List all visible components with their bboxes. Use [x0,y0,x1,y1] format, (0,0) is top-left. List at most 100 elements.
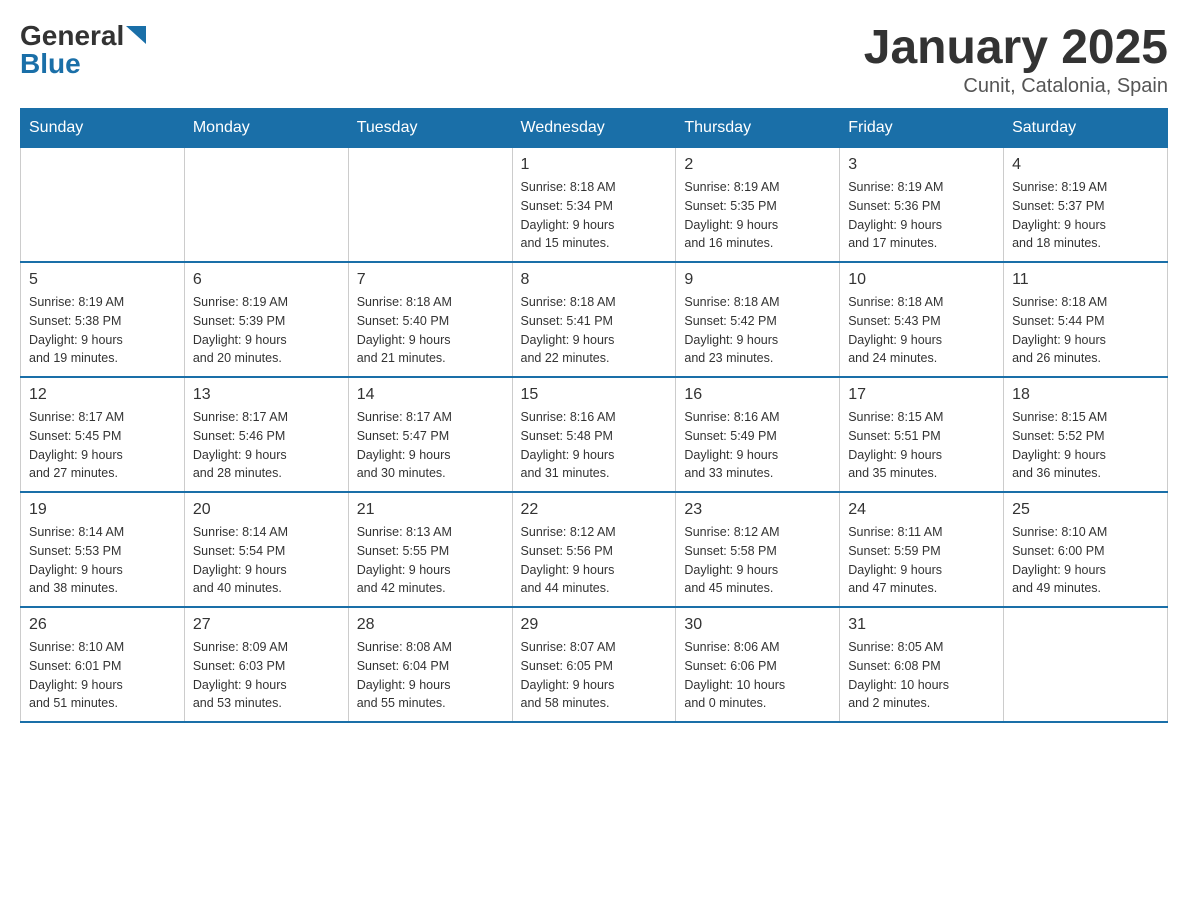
calendar-week-3: 12Sunrise: 8:17 AM Sunset: 5:45 PM Dayli… [21,377,1168,492]
day-number: 28 [357,616,504,634]
day-number: 29 [521,616,668,634]
calendar-cell: 8 Sunrise: 8:18 AM Sunset: 5:41 PM Daylig… [512,262,676,377]
day-number: 3 [848,156,995,174]
day-info: Sunrise: 8:08 AM Sunset: 6:04 PM Dayligh… [357,638,504,713]
day-info: Sunrise: 8:11 AM Sunset: 5:59 PM Dayligh… [848,523,995,598]
day-number: 13 [193,386,340,404]
calendar-cell [21,148,185,263]
day-info: Sunrise: 8:16 AM Sunset: 5:49 PM Dayligh… [684,408,831,483]
calendar-cell: 19 Sunrise: 8:14 AM Sunset: 5:53 PM Dayli… [21,492,185,607]
day-info: Sunrise: 8:18 AM Sunset: 5:44 PM Dayligh… [1012,293,1159,368]
day-number: 18 [1012,386,1159,404]
day-info: Sunrise: 8:15 AM Sunset: 5:51 PM Dayligh… [848,408,995,483]
day-number: 19 [29,501,176,519]
day-info: Sunrise: 8:15 AM Sunset: 5:52 PM Dayligh… [1012,408,1159,483]
calendar-cell [184,148,348,263]
day-info: Sunrise: 8:19 AM Sunset: 5:36 PM Dayligh… [848,178,995,253]
day-number: 31 [848,616,995,634]
header-thursday: Thursday [676,109,840,148]
calendar-cell: 16Sunrise: 8:16 AM Sunset: 5:49 PM Dayli… [676,377,840,492]
day-number: 10 [848,271,995,289]
calendar-cell [348,148,512,263]
calendar-cell: 25 Sunrise: 8:10 AM Sunset: 6:00 PM Dayli… [1004,492,1168,607]
day-number: 30 [684,616,831,634]
calendar-cell: 24 Sunrise: 8:11 AM Sunset: 5:59 PM Dayli… [840,492,1004,607]
calendar-cell: 7Sunrise: 8:18 AM Sunset: 5:40 PM Daylig… [348,262,512,377]
calendar-cell: 11Sunrise: 8:18 AM Sunset: 5:44 PM Dayli… [1004,262,1168,377]
calendar-cell: 10 Sunrise: 8:18 AM Sunset: 5:43 PM Dayli… [840,262,1004,377]
calendar-cell: 13 Sunrise: 8:17 AM Sunset: 5:46 PM Dayli… [184,377,348,492]
day-number: 7 [357,271,504,289]
calendar-cell: 5 Sunrise: 8:19 AM Sunset: 5:38 PM Daylig… [21,262,185,377]
calendar-cell [1004,607,1168,722]
day-number: 22 [521,501,668,519]
calendar-cell: 3 Sunrise: 8:19 AM Sunset: 5:36 PM Daylig… [840,148,1004,263]
day-info: Sunrise: 8:19 AM Sunset: 5:39 PM Dayligh… [193,293,340,368]
calendar-week-4: 19 Sunrise: 8:14 AM Sunset: 5:53 PM Dayli… [21,492,1168,607]
page-subtitle: Cunit, Catalonia, Spain [864,75,1168,98]
calendar-cell: 1 Sunrise: 8:18 AM Sunset: 5:34 PM Daylig… [512,148,676,263]
header-monday: Monday [184,109,348,148]
calendar-cell: 23 Sunrise: 8:12 AM Sunset: 5:58 PM Dayli… [676,492,840,607]
day-info: Sunrise: 8:18 AM Sunset: 5:42 PM Dayligh… [684,293,831,368]
calendar-cell: 22Sunrise: 8:12 AM Sunset: 5:56 PM Dayli… [512,492,676,607]
calendar-cell: 12Sunrise: 8:17 AM Sunset: 5:45 PM Dayli… [21,377,185,492]
day-number: 24 [848,501,995,519]
calendar-header-row: SundayMondayTuesdayWednesdayThursdayFrid… [21,109,1168,148]
day-number: 25 [1012,501,1159,519]
day-info: Sunrise: 8:12 AM Sunset: 5:58 PM Dayligh… [684,523,831,598]
day-number: 1 [521,156,668,174]
day-info: Sunrise: 8:10 AM Sunset: 6:01 PM Dayligh… [29,638,176,713]
header-sunday: Sunday [21,109,185,148]
calendar-cell: 20 Sunrise: 8:14 AM Sunset: 5:54 PM Dayli… [184,492,348,607]
day-info: Sunrise: 8:19 AM Sunset: 5:38 PM Dayligh… [29,293,176,368]
header-friday: Friday [840,109,1004,148]
day-info: Sunrise: 8:17 AM Sunset: 5:46 PM Dayligh… [193,408,340,483]
day-number: 14 [357,386,504,404]
day-info: Sunrise: 8:19 AM Sunset: 5:37 PM Dayligh… [1012,178,1159,253]
calendar-cell: 26Sunrise: 8:10 AM Sunset: 6:01 PM Dayli… [21,607,185,722]
day-info: Sunrise: 8:14 AM Sunset: 5:54 PM Dayligh… [193,523,340,598]
day-number: 8 [521,271,668,289]
day-info: Sunrise: 8:10 AM Sunset: 6:00 PM Dayligh… [1012,523,1159,598]
day-info: Sunrise: 8:18 AM Sunset: 5:43 PM Dayligh… [848,293,995,368]
calendar-cell: 31 Sunrise: 8:05 AM Sunset: 6:08 PM Dayli… [840,607,1004,722]
day-info: Sunrise: 8:17 AM Sunset: 5:45 PM Dayligh… [29,408,176,483]
calendar-cell: 29 Sunrise: 8:07 AM Sunset: 6:05 PM Dayli… [512,607,676,722]
day-number: 5 [29,271,176,289]
page-header: General Blue January 2025 Cunit, Catalon… [20,20,1168,98]
day-info: Sunrise: 8:09 AM Sunset: 6:03 PM Dayligh… [193,638,340,713]
calendar-cell: 4 Sunrise: 8:19 AM Sunset: 5:37 PM Daylig… [1004,148,1168,263]
day-info: Sunrise: 8:18 AM Sunset: 5:34 PM Dayligh… [521,178,668,253]
day-number: 20 [193,501,340,519]
header-saturday: Saturday [1004,109,1168,148]
logo-triangle-icon [126,26,146,48]
day-number: 17 [848,386,995,404]
calendar-cell: 30Sunrise: 8:06 AM Sunset: 6:06 PM Dayli… [676,607,840,722]
day-info: Sunrise: 8:05 AM Sunset: 6:08 PM Dayligh… [848,638,995,713]
day-number: 23 [684,501,831,519]
day-number: 15 [521,386,668,404]
calendar-week-1: 1 Sunrise: 8:18 AM Sunset: 5:34 PM Daylig… [21,148,1168,263]
day-number: 2 [684,156,831,174]
day-info: Sunrise: 8:16 AM Sunset: 5:48 PM Dayligh… [521,408,668,483]
header-wednesday: Wednesday [512,109,676,148]
day-info: Sunrise: 8:18 AM Sunset: 5:41 PM Dayligh… [521,293,668,368]
day-number: 4 [1012,156,1159,174]
calendar-cell: 28 Sunrise: 8:08 AM Sunset: 6:04 PM Dayli… [348,607,512,722]
header-tuesday: Tuesday [348,109,512,148]
calendar-cell: 21Sunrise: 8:13 AM Sunset: 5:55 PM Dayli… [348,492,512,607]
day-number: 6 [193,271,340,289]
calendar-cell: 6 Sunrise: 8:19 AM Sunset: 5:39 PM Daylig… [184,262,348,377]
calendar-week-5: 26Sunrise: 8:10 AM Sunset: 6:01 PM Dayli… [21,607,1168,722]
day-info: Sunrise: 8:07 AM Sunset: 6:05 PM Dayligh… [521,638,668,713]
day-info: Sunrise: 8:19 AM Sunset: 5:35 PM Dayligh… [684,178,831,253]
calendar-cell: 18 Sunrise: 8:15 AM Sunset: 5:52 PM Dayli… [1004,377,1168,492]
calendar-cell: 14Sunrise: 8:17 AM Sunset: 5:47 PM Dayli… [348,377,512,492]
day-number: 27 [193,616,340,634]
calendar-cell: 27 Sunrise: 8:09 AM Sunset: 6:03 PM Dayli… [184,607,348,722]
logo: General Blue [20,20,146,80]
calendar-cell: 15 Sunrise: 8:16 AM Sunset: 5:48 PM Dayli… [512,377,676,492]
day-info: Sunrise: 8:14 AM Sunset: 5:53 PM Dayligh… [29,523,176,598]
page-title: January 2025 [864,20,1168,75]
